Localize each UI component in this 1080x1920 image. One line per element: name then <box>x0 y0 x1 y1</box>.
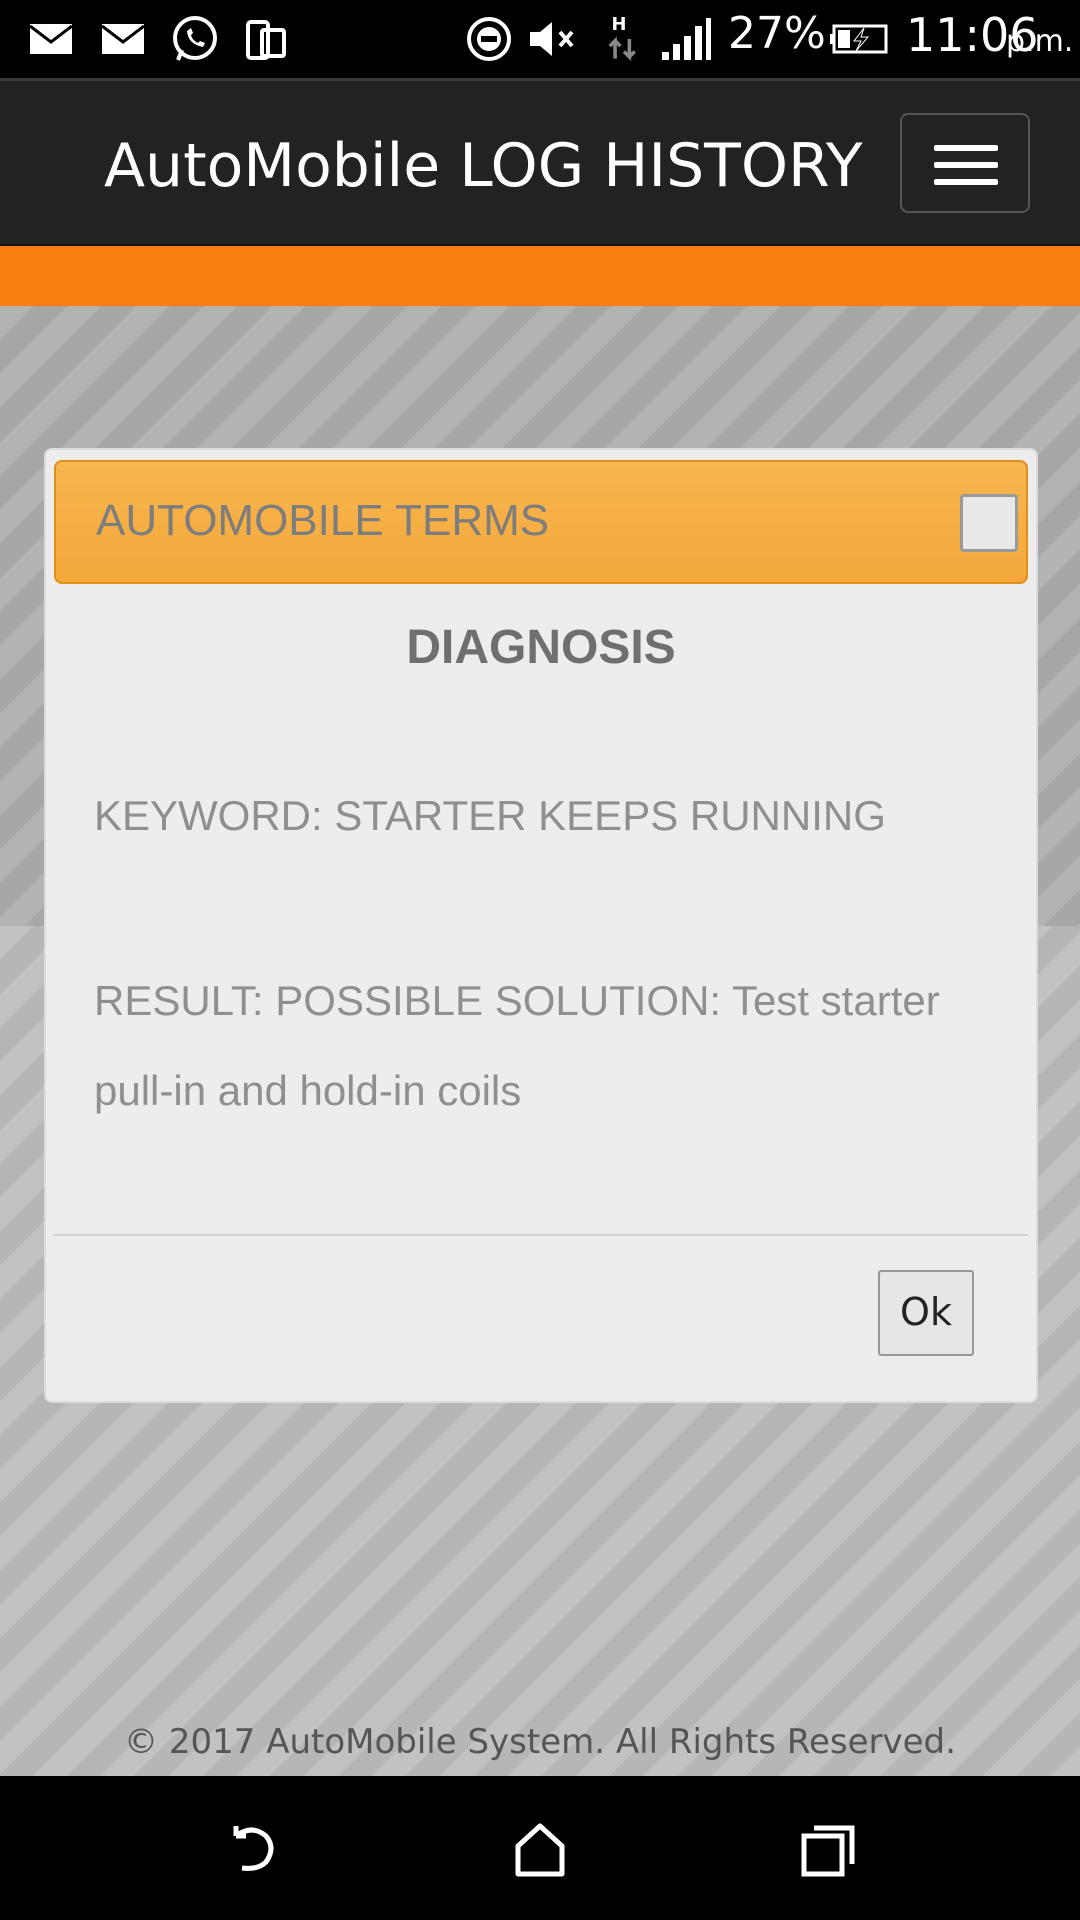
result-text: RESULT: POSSIBLE SOLUTION: Test starter … <box>94 977 940 1114</box>
home-icon[interactable] <box>510 1820 570 1880</box>
mail-icon <box>29 24 73 54</box>
muted-icon <box>530 22 574 56</box>
diagnosis-dialog: AUTOMOBILE TERMS DIAGNOSIS KEYWORD: STAR… <box>44 448 1038 1403</box>
dialog-subtitle: DIAGNOSIS <box>406 621 676 674</box>
keyword-text: KEYWORD: STARTER KEEPS RUNNING <box>94 792 886 839</box>
app-title: AutoMobile LOG HISTORY <box>104 131 863 201</box>
h-data-icon: H <box>608 14 636 62</box>
footer-copyright: © 2017 AutoMobile System. All Rights Res… <box>124 1722 956 1762</box>
battery-percent: 27% <box>728 8 826 59</box>
menu-button[interactable] <box>900 113 1030 213</box>
ok-button[interactable]: Ok <box>878 1270 974 1356</box>
back-icon[interactable] <box>222 1820 282 1880</box>
screen-mirror-icon <box>246 20 286 60</box>
signal-icon <box>662 18 711 60</box>
accent-bar <box>0 246 1080 306</box>
app-header: AutoMobile LOG HISTORY <box>0 78 1080 246</box>
dialog-header: AUTOMOBILE TERMS <box>54 460 1028 584</box>
dialog-header-title: AUTOMOBILE TERMS <box>96 496 550 545</box>
hamburger-icon <box>934 145 998 151</box>
recent-apps-icon[interactable] <box>798 1820 858 1880</box>
svg-text:H: H <box>612 14 627 35</box>
clock-ampm: p.m. <box>1006 24 1074 59</box>
dialog-divider <box>54 1234 1028 1236</box>
navigation-bar <box>0 1776 1080 1920</box>
dialog-checkbox[interactable] <box>960 494 1018 552</box>
hamburger-icon <box>934 162 998 168</box>
whatsapp-icon <box>173 16 217 61</box>
mail-icon <box>101 24 145 54</box>
do-not-disturb-icon <box>467 17 511 61</box>
status-bar: H 27% 11:06 p.m. <box>0 0 1080 78</box>
hamburger-icon <box>934 179 998 185</box>
battery-charging-icon <box>830 24 888 54</box>
